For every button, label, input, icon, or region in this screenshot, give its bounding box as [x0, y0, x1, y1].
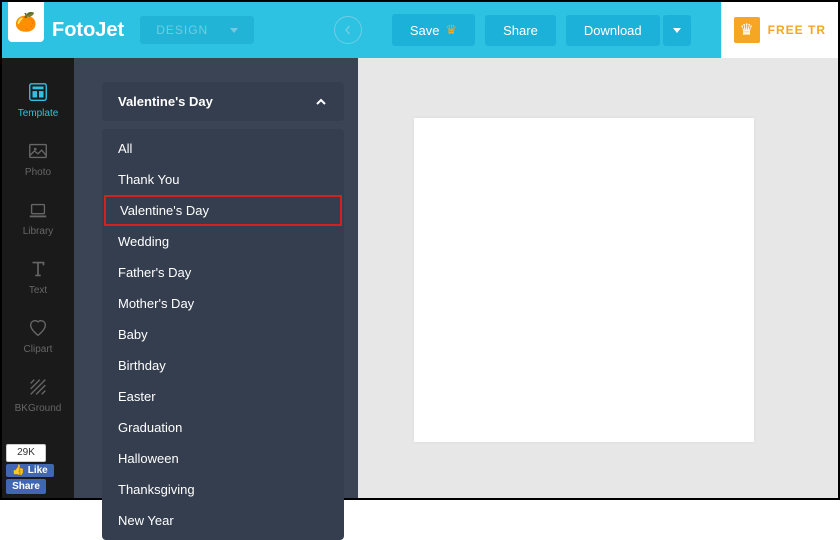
sidebar-item-label: Clipart: [24, 344, 53, 355]
download-button[interactable]: Download: [566, 15, 660, 46]
topbar: 🍊 FotoJet DESIGN Save ♛ Share Download ♛…: [2, 2, 838, 58]
logo-icon: 🍊: [15, 12, 37, 33]
logo-box[interactable]: 🍊: [8, 2, 44, 42]
chevron-left-icon: [343, 25, 353, 35]
sidebar-item-label: BKGround: [15, 403, 62, 414]
sidebar-item-photo[interactable]: Photo: [2, 131, 74, 190]
fb-share-button[interactable]: Share: [6, 479, 46, 494]
chevron-up-icon: [314, 95, 328, 109]
chevron-down-icon: [230, 28, 238, 33]
fb-like-button[interactable]: 👍Like: [6, 464, 54, 477]
back-button[interactable]: [334, 16, 362, 44]
category-option[interactable]: Birthday: [102, 350, 344, 381]
sidebar-item-template[interactable]: Template: [2, 72, 74, 131]
brand-name: FotoJet: [52, 19, 124, 42]
clipart-icon: [26, 316, 50, 340]
sidebar-item-bkground[interactable]: BKGround: [2, 367, 74, 426]
sidebar-item-label: Photo: [25, 167, 51, 178]
category-option[interactable]: All: [102, 133, 344, 164]
photo-icon: [26, 139, 50, 163]
sidebar-item-label: Template: [18, 108, 59, 119]
sidebar-item-library[interactable]: Library: [2, 190, 74, 249]
like-count: 29K: [6, 444, 46, 462]
category-option[interactable]: Thank You: [102, 164, 344, 195]
category-option[interactable]: Valentine's Day: [104, 195, 342, 226]
thumb-icon: 👍: [12, 465, 24, 476]
share-button[interactable]: Share: [485, 15, 556, 46]
topbar-actions: Save ♛ Share Download ♛ FREE TR: [334, 2, 838, 58]
crown-icon: ♛: [445, 22, 457, 38]
design-dropdown[interactable]: DESIGN: [140, 16, 254, 44]
template-panel: Valentine's Day AllThank YouValentine's …: [74, 58, 358, 498]
category-option[interactable]: Father's Day: [102, 257, 344, 288]
category-dropdown-list: AllThank YouValentine's DayWeddingFather…: [102, 129, 344, 540]
library-icon: [26, 198, 50, 222]
main-area: Template Photo Library Text Clipart BKGr…: [2, 58, 838, 498]
category-option[interactable]: Mother's Day: [102, 288, 344, 319]
template-icon: [26, 80, 50, 104]
sidebar-item-clipart[interactable]: Clipart: [2, 308, 74, 367]
canvas-area: [358, 58, 838, 498]
crown-icon: ♛: [734, 17, 760, 43]
background-icon: [26, 375, 50, 399]
text-icon: [26, 257, 50, 281]
free-trial-button[interactable]: ♛ FREE TR: [721, 2, 838, 58]
selected-category: Valentine's Day: [118, 94, 213, 109]
canvas[interactable]: [414, 118, 754, 442]
category-option[interactable]: Wedding: [102, 226, 344, 257]
design-label: DESIGN: [156, 23, 208, 37]
category-option[interactable]: New Year: [102, 505, 344, 536]
social-widgets: 29K 👍Like Share: [6, 444, 54, 494]
sidebar-item-label: Library: [23, 226, 54, 237]
sidebar: Template Photo Library Text Clipart BKGr…: [2, 58, 74, 498]
category-option[interactable]: Baby: [102, 319, 344, 350]
save-button[interactable]: Save ♛: [392, 14, 475, 46]
category-option[interactable]: Halloween: [102, 443, 344, 474]
chevron-down-icon: [673, 28, 681, 33]
category-option[interactable]: Thanksgiving: [102, 474, 344, 505]
sidebar-item-text[interactable]: Text: [2, 249, 74, 308]
category-dropdown-header[interactable]: Valentine's Day: [102, 82, 344, 121]
category-option[interactable]: Graduation: [102, 412, 344, 443]
download-options-button[interactable]: [663, 15, 691, 46]
category-option[interactable]: Easter: [102, 381, 344, 412]
sidebar-item-label: Text: [29, 285, 47, 296]
